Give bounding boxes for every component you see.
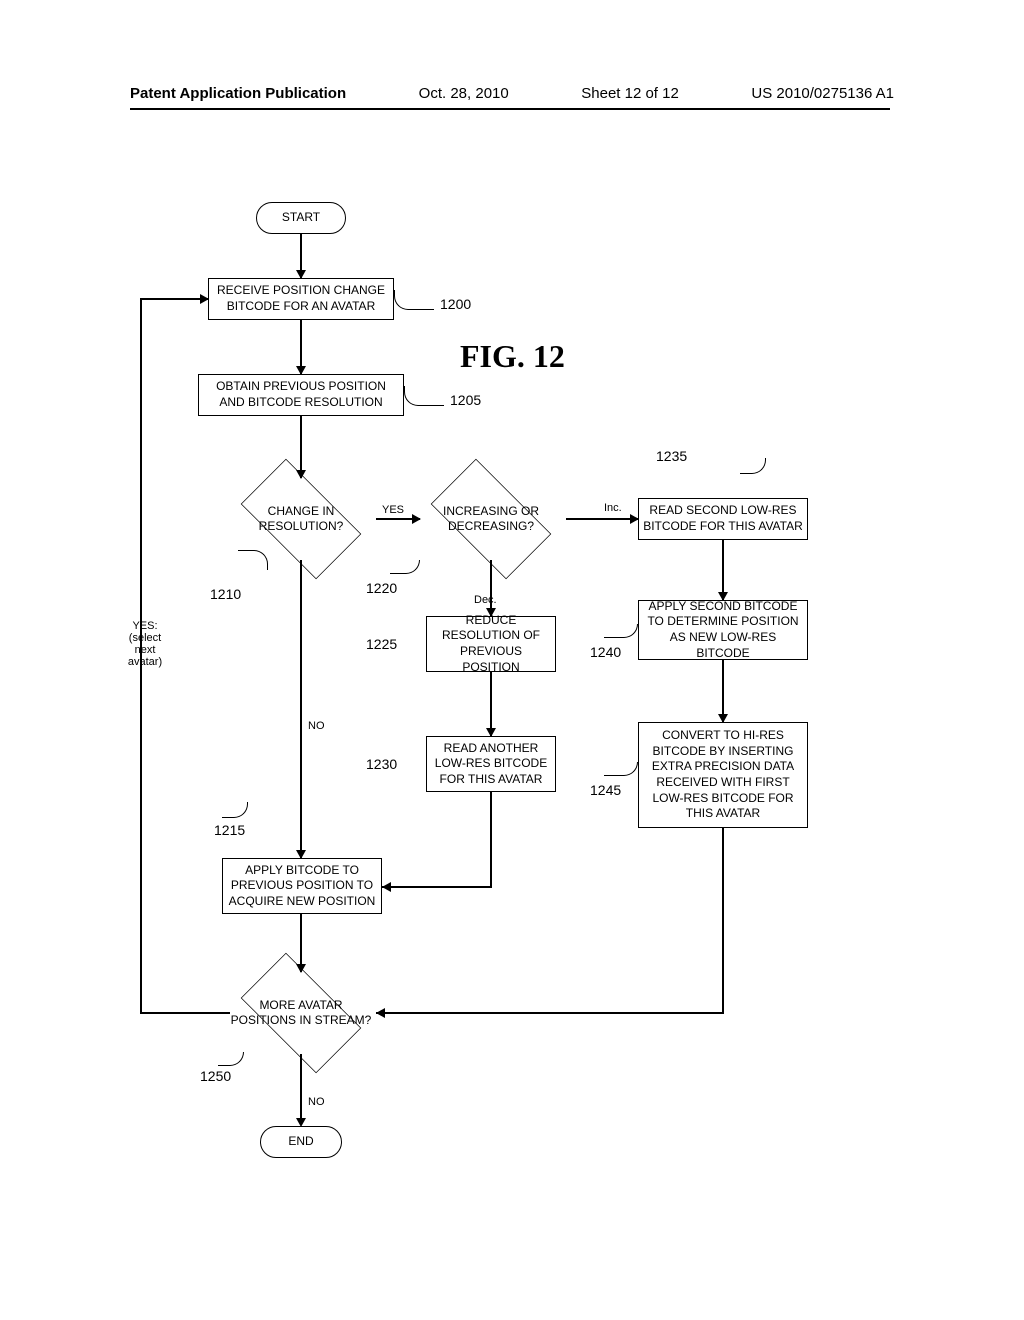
process-1205: OBTAIN PREVIOUS POSITION AND BITCODE RES…	[198, 374, 404, 416]
edge-1240-1245	[722, 660, 724, 722]
edge-1220-1235	[566, 518, 638, 520]
ref-1205: 1205	[450, 392, 481, 408]
ref-1220: 1220	[366, 580, 397, 596]
ref-1240: 1240	[590, 644, 621, 660]
ref-1245: 1245	[590, 782, 621, 798]
edge-1225-1230	[490, 672, 492, 736]
process-1245: CONVERT TO HI-RES BITCODE BY INSERTING E…	[638, 722, 808, 828]
edge-1235-1240	[722, 540, 724, 600]
edge-label-1250-yes: YES: (select next avatar)	[118, 620, 172, 668]
process-1240: APPLY SECOND BITCODE TO DETERMINE POSITI…	[638, 600, 808, 660]
process-1230: READ ANOTHER LOW-RES BITCODE FOR THIS AV…	[426, 736, 556, 792]
ref-1230: 1230	[366, 756, 397, 772]
edge-label-1210-yes: YES	[382, 504, 404, 516]
ref-1235: 1235	[656, 448, 687, 464]
start-terminal: START	[256, 202, 346, 234]
process-1235-label: READ SECOND LOW-RES BITCODE FOR THIS AVA…	[643, 503, 803, 534]
decision-1250: MORE AVATAR POSITIONS IN STREAM?	[226, 968, 376, 1058]
edge-label-1210-no: NO	[308, 720, 325, 732]
process-1245-label: CONVERT TO HI-RES BITCODE BY INSERTING E…	[643, 728, 803, 822]
edge-1250-loop-h2	[140, 298, 208, 300]
publication-number: US 2010/0275136 A1	[751, 85, 894, 102]
edge-1210-1215	[300, 560, 302, 858]
edge-label-1220-inc: Inc.	[604, 502, 622, 514]
leader-1215	[222, 802, 248, 818]
decision-1210-label: CHANGE IN RESOLUTION?	[226, 504, 376, 534]
edge-label-1220-dec: Dec.	[474, 594, 497, 606]
process-1200-label: RECEIVE POSITION CHANGE BITCODE FOR AN A…	[213, 283, 389, 314]
decision-1220-label: INCREASING OR DECREASING?	[416, 504, 566, 534]
ref-1210: 1210	[210, 586, 241, 602]
process-1240-label: APPLY SECOND BITCODE TO DETERMINE POSITI…	[643, 599, 803, 661]
sheet-number: Sheet 12 of 12	[581, 85, 679, 102]
edge-1250-end	[300, 1054, 302, 1124]
end-label: END	[288, 1134, 313, 1150]
edge-1205-1210	[300, 416, 302, 478]
figure-title: FIG. 12	[460, 338, 565, 375]
start-label: START	[282, 210, 320, 226]
edge-label-1250-no: NO	[308, 1096, 325, 1108]
edge-1230-1215v	[490, 792, 492, 886]
leader-1240	[604, 624, 638, 638]
process-1225-label: REDUCE RESOLUTION OF PREVIOUS POSITION	[431, 613, 551, 675]
end-terminal: END	[260, 1126, 342, 1158]
page-header: Patent Application Publication Oct. 28, …	[0, 85, 1024, 102]
publication-date: Oct. 28, 2010	[419, 85, 509, 102]
ref-1250: 1250	[200, 1068, 231, 1084]
edge-1230-1215h	[382, 886, 492, 888]
edge-1245-1250v	[722, 828, 724, 1013]
leader-1235	[740, 458, 766, 474]
process-1230-label: READ ANOTHER LOW-RES BITCODE FOR THIS AV…	[431, 741, 551, 788]
ref-1225: 1225	[366, 636, 397, 652]
process-1235: READ SECOND LOW-RES BITCODE FOR THIS AVA…	[638, 498, 808, 540]
edge-1250-loop-h1	[140, 1012, 230, 1014]
edge-1245-1250h	[376, 1012, 724, 1014]
leader-1245	[604, 762, 638, 776]
leader-1210	[238, 550, 268, 570]
leader-1250	[218, 1052, 244, 1066]
process-1215-label: APPLY BITCODE TO PREVIOUS POSITION TO AC…	[227, 863, 377, 910]
process-1225: REDUCE RESOLUTION OF PREVIOUS POSITION	[426, 616, 556, 672]
ref-1215: 1215	[214, 822, 245, 838]
header-rule	[130, 108, 890, 110]
leader-1200	[394, 290, 434, 310]
decision-1220: INCREASING OR DECREASING?	[416, 474, 566, 564]
process-1215: APPLY BITCODE TO PREVIOUS POSITION TO AC…	[222, 858, 382, 914]
process-1205-label: OBTAIN PREVIOUS POSITION AND BITCODE RES…	[203, 379, 399, 410]
ref-1200: 1200	[440, 296, 471, 312]
leader-1205	[404, 386, 444, 406]
publication-type: Patent Application Publication	[130, 85, 346, 102]
process-1200: RECEIVE POSITION CHANGE BITCODE FOR AN A…	[208, 278, 394, 320]
decision-1250-label: MORE AVATAR POSITIONS IN STREAM?	[226, 998, 376, 1028]
leader-1220	[390, 560, 420, 574]
